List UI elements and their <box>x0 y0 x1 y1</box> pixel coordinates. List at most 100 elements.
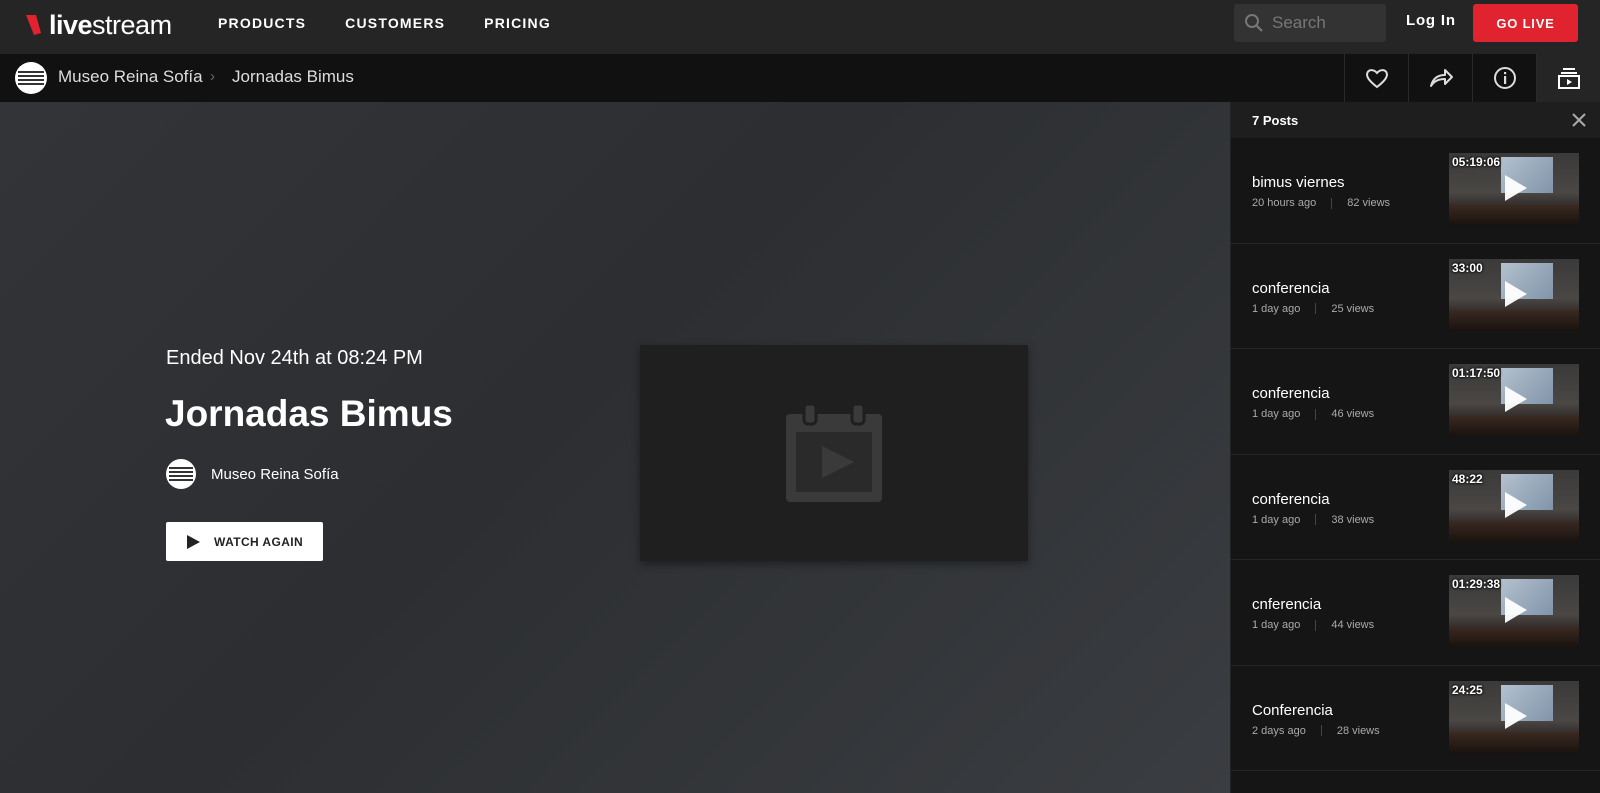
post-duration: 24:25 <box>1452 682 1483 697</box>
post-meta: 1 day ago 44 views <box>1252 619 1374 631</box>
post-views: 28 views <box>1336 724 1380 737</box>
posts-panel-icon <box>1557 68 1580 89</box>
livestream-logo[interactable]: livestream <box>24 8 172 42</box>
watch-again-label: WATCH AGAIN <box>214 534 304 549</box>
top-navbar: livestream PRODUCTS CUSTOMERS PRICING Lo… <box>0 0 1600 54</box>
play-icon <box>1505 175 1527 201</box>
channel-avatar[interactable] <box>15 62 47 94</box>
posts-header: 7 Posts <box>1231 102 1600 138</box>
search-input[interactable] <box>1272 13 1382 33</box>
post-views: 82 views <box>1347 197 1391 209</box>
meta-divider <box>1315 514 1317 525</box>
play-icon <box>1505 491 1527 518</box>
event-title: Jornadas Bimus <box>165 393 453 434</box>
event-channel[interactable]: Museo Reina Sofía <box>166 459 339 489</box>
post-thumbnail[interactable]: 01:29:38 <box>1449 575 1579 647</box>
event-hero: Ended Nov 24th at 08:24 PM Jornadas Bimu… <box>0 102 1230 793</box>
post-time: 1 day ago <box>1252 513 1301 526</box>
post-item[interactable]: bimus viernes 20 hours ago 82 views 05:19:0… <box>1231 138 1600 244</box>
breadcrumb-channel[interactable]: Museo Reina Sofía <box>58 67 203 87</box>
thumbnail-stage <box>1449 204 1579 225</box>
main-nav: PRODUCTS CUSTOMERS PRICING <box>218 0 590 46</box>
channel-name: Museo Reina Sofía <box>211 465 339 483</box>
play-icon <box>1505 280 1527 307</box>
post-views: 46 views <box>1331 408 1375 420</box>
post-title: conferencia <box>1252 385 1330 402</box>
post-title: conferencia <box>1252 490 1330 508</box>
post-meta: 2 days ago 28 views <box>1252 725 1380 737</box>
event-actions <box>1344 54 1600 102</box>
post-duration: 33:00 <box>1452 260 1483 275</box>
post-duration: 05:19:06 <box>1452 155 1501 169</box>
post-thumbnail[interactable]: 24:25 <box>1449 680 1579 753</box>
post-duration: 48:22 <box>1452 471 1483 486</box>
post-item[interactable]: Conferencia 2 days ago 28 views 24:25 <box>1231 666 1600 771</box>
post-views: 44 views <box>1331 619 1375 631</box>
like-button[interactable] <box>1344 54 1408 102</box>
info-icon <box>1493 67 1516 89</box>
meta-divider <box>1315 619 1317 631</box>
post-duration: 01:29:38 <box>1452 577 1501 591</box>
share-icon <box>1429 69 1453 87</box>
post-views: 38 views <box>1331 513 1375 526</box>
post-item[interactable]: conferencia 1 day ago 46 views 01:17:50 <box>1231 349 1600 455</box>
search-icon <box>1245 14 1263 32</box>
play-icon <box>1505 702 1527 729</box>
post-views: 25 views <box>1331 302 1375 315</box>
post-meta: 1 day ago 46 views <box>1252 408 1374 420</box>
chevron-right-icon: › <box>210 68 215 85</box>
post-item[interactable]: conferencia 1 day ago 25 views 33:00 <box>1231 244 1600 349</box>
calendar-play-icon <box>786 404 882 502</box>
search-box[interactable] <box>1234 4 1386 42</box>
post-title: bimus viernes <box>1252 174 1345 191</box>
channel-avatar-small <box>166 459 196 489</box>
post-thumbnail[interactable]: 01:17:50 <box>1449 364 1579 436</box>
livestream-logo-icon <box>26 15 41 35</box>
meta-divider <box>1331 197 1333 209</box>
meta-divider <box>1315 408 1317 420</box>
play-icon <box>1505 597 1527 623</box>
go-live-button[interactable]: GO LIVE <box>1473 4 1578 42</box>
post-meta: 20 hours ago 82 views <box>1252 197 1390 209</box>
logo-text: livestream <box>49 9 172 40</box>
info-button[interactable] <box>1472 54 1536 102</box>
posts-list: bimus viernes 20 hours ago 82 views 05:19:0… <box>1231 138 1600 771</box>
nav-customers[interactable]: CUSTOMERS <box>345 15 445 31</box>
post-time: 20 hours ago <box>1252 197 1317 209</box>
thumbnail-stage <box>1449 732 1579 753</box>
thumbnail-stage <box>1449 310 1579 331</box>
post-item[interactable]: cnferencia 1 day ago 44 views 01:29:38 <box>1231 560 1600 666</box>
event-placeholder-player[interactable] <box>640 345 1028 561</box>
share-button[interactable] <box>1408 54 1472 102</box>
thumbnail-stage <box>1449 521 1579 542</box>
post-meta: 1 day ago 25 views <box>1252 303 1374 315</box>
post-title: Conferencia <box>1252 701 1333 719</box>
post-time: 1 day ago <box>1252 302 1301 315</box>
watch-again-button[interactable]: WATCH AGAIN <box>166 522 323 561</box>
play-icon <box>187 534 200 549</box>
post-thumbnail[interactable]: 48:22 <box>1449 469 1579 542</box>
event-subheader: Museo Reina Sofía › Jornadas Bimus <box>0 54 1600 102</box>
heart-icon <box>1365 69 1388 89</box>
post-thumbnail[interactable]: 05:19:06 <box>1449 153 1579 225</box>
close-icon[interactable] <box>1570 111 1588 129</box>
post-time: 1 day ago <box>1252 408 1301 420</box>
post-title: conferencia <box>1252 279 1330 297</box>
login-link[interactable]: Log In <box>1406 12 1456 29</box>
post-time: 1 day ago <box>1252 619 1301 631</box>
post-thumbnail[interactable]: 33:00 <box>1449 258 1579 331</box>
nav-pricing[interactable]: PRICING <box>484 15 551 31</box>
play-icon <box>1505 386 1527 412</box>
breadcrumb-event[interactable]: Jornadas Bimus <box>232 67 354 87</box>
nav-products[interactable]: PRODUCTS <box>218 15 306 31</box>
posts-panel-button[interactable] <box>1536 54 1600 102</box>
meta-divider <box>1320 725 1322 736</box>
post-duration: 01:17:50 <box>1452 366 1501 380</box>
meta-divider <box>1315 303 1317 314</box>
thumbnail-stage <box>1449 415 1579 436</box>
thumbnail-stage <box>1449 626 1579 647</box>
post-title: cnferencia <box>1252 596 1322 613</box>
post-time: 2 days ago <box>1252 724 1306 737</box>
post-item[interactable]: conferencia 1 day ago 38 views 48:22 <box>1231 455 1600 560</box>
event-status: Ended Nov 24th at 08:24 PM <box>166 347 423 369</box>
